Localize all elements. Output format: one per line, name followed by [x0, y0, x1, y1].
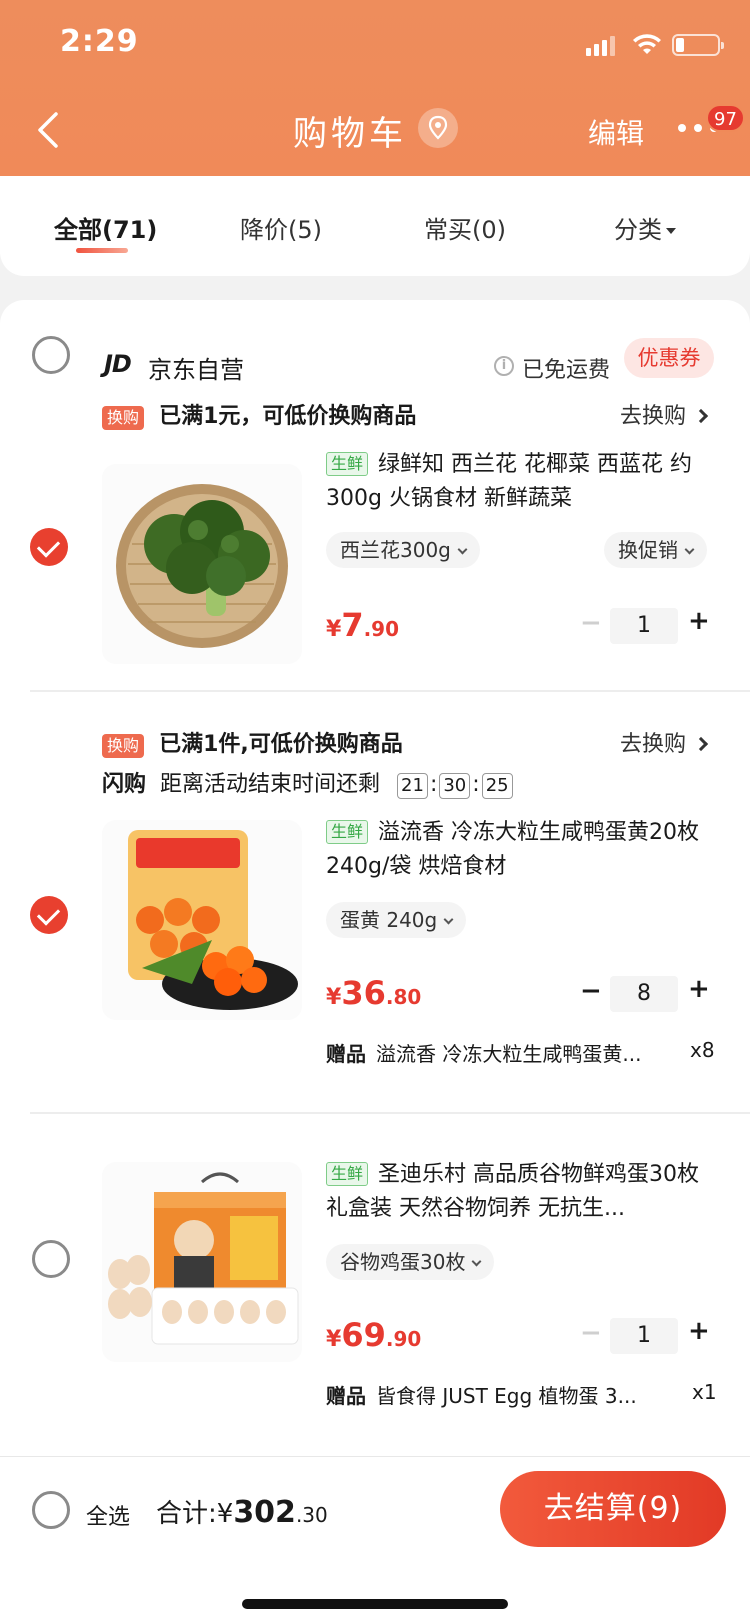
- chevron-right-icon: [693, 736, 709, 752]
- promo-selector[interactable]: 换促销: [604, 532, 707, 568]
- store-name[interactable]: 京东自营: [148, 350, 244, 385]
- signal-icon: [586, 36, 615, 56]
- fresh-tag: 生鲜: [326, 1162, 369, 1186]
- coupon-button[interactable]: 优惠券: [624, 338, 714, 378]
- chevron-down-icon: [472, 1256, 482, 1267]
- item-checkbox[interactable]: [30, 528, 68, 566]
- gift-count: x1: [692, 1380, 717, 1404]
- swap-tag: 换购: [102, 406, 145, 430]
- total-price: 合计:¥302.30: [156, 1495, 328, 1530]
- spec-selector[interactable]: 西兰花300g: [326, 532, 480, 568]
- cart-store-card: JD 京东自营 i 已免运费 优惠券 换购 已满1元，可低价换购商品 去换购 生…: [0, 300, 750, 1460]
- store-checkbox[interactable]: [32, 336, 70, 374]
- quantity-minus-button[interactable]: −: [580, 608, 602, 638]
- item-price: ¥69.90: [326, 1316, 422, 1354]
- divider: [30, 1112, 750, 1114]
- home-indicator: [242, 1599, 508, 1609]
- message-badge: 97: [706, 104, 745, 132]
- swap-tag: 换购: [102, 734, 145, 758]
- status-time: 2:29: [60, 24, 139, 59]
- goto-swap-button[interactable]: 去换购: [620, 726, 709, 758]
- goto-swap-button[interactable]: 去换购: [620, 398, 709, 430]
- gift-text: 溢流香 冷冻大粒生咸鸭蛋黄...: [376, 1042, 642, 1066]
- spec-selector[interactable]: 蛋黄 240g: [326, 902, 467, 938]
- product-image-broccoli[interactable]: [102, 464, 302, 664]
- promo-text: 已满1元，可低价换购商品: [159, 404, 417, 429]
- item-price: ¥36.80: [326, 974, 422, 1012]
- quantity-minus-button[interactable]: −: [580, 1318, 602, 1348]
- flash-sale-label: 闪购: [102, 772, 147, 797]
- location-icon[interactable]: [418, 108, 458, 148]
- spec-selector[interactable]: 谷物鸡蛋30枚: [326, 1244, 495, 1280]
- jd-logo: JD: [104, 350, 132, 378]
- tab-frequent[interactable]: 常买(0): [424, 210, 506, 245]
- fresh-tag: 生鲜: [326, 820, 369, 844]
- divider: [30, 690, 750, 692]
- chevron-down-icon: [457, 544, 468, 555]
- gift-text: 皆食得 JUST Egg 植物蛋 3...: [376, 1384, 637, 1408]
- promo-text: 已满1件,可低价换购商品: [159, 732, 403, 757]
- status-bar: 2:29: [0, 0, 750, 88]
- shipping-status: 已免运费: [522, 358, 611, 383]
- gift-row[interactable]: 赠品 溢流香 冷冻大粒生咸鸭蛋黄...: [326, 1038, 641, 1067]
- tab-category[interactable]: 分类: [614, 210, 676, 245]
- quantity-input[interactable]: 1: [610, 1318, 678, 1354]
- checkout-button[interactable]: 去结算(9): [500, 1471, 726, 1547]
- product-title[interactable]: 生鲜 圣迪乐村 高品质谷物鲜鸡蛋30枚礼盒装 天然谷物饲养 无抗生...: [326, 1158, 716, 1226]
- caret-down-icon: [666, 228, 676, 234]
- tab-all[interactable]: 全部(71): [54, 210, 157, 253]
- item-checkbox[interactable]: [30, 896, 68, 934]
- filter-tabs: 全部(71) 降价(5) 常买(0) 分类: [0, 176, 750, 276]
- chevron-down-icon: [443, 914, 454, 925]
- info-icon[interactable]: i: [494, 356, 514, 376]
- product-image-eggs[interactable]: [102, 1162, 302, 1362]
- select-all-label[interactable]: 全选: [86, 1499, 130, 1531]
- wifi-icon: [633, 34, 661, 54]
- quantity-plus-button[interactable]: +: [688, 606, 710, 636]
- checkout-bar: 全选 合计:¥302.30 去结算(9): [0, 1456, 750, 1624]
- item-checkbox[interactable]: [32, 1240, 70, 1278]
- flash-sale-text: 距离活动结束时间还剩: [160, 772, 381, 797]
- header: 2:29 购物车 编辑 97: [0, 0, 750, 176]
- chevron-right-icon: [693, 408, 709, 424]
- chevron-down-icon: [684, 544, 695, 555]
- product-image-egg-yolk[interactable]: [102, 820, 302, 1020]
- flash-sale-row: 闪购 距离活动结束时间还剩 21:30:25: [102, 766, 515, 799]
- quantity-plus-button[interactable]: +: [688, 1316, 710, 1346]
- product-title[interactable]: 生鲜 溢流香 冷冻大粒生咸鸭蛋黄20枚 240g/袋 烘焙食材: [326, 816, 716, 884]
- tab-underline: [76, 248, 128, 253]
- product-title[interactable]: 生鲜 绿鲜知 西兰花 花椰菜 西蓝花 约300g 火锅食材 新鲜蔬菜: [326, 448, 716, 516]
- quantity-plus-button[interactable]: +: [688, 974, 710, 1004]
- edit-button[interactable]: 编辑: [588, 112, 644, 152]
- gift-label: 赠品: [326, 1384, 366, 1408]
- gift-row[interactable]: 赠品 皆食得 JUST Egg 植物蛋 3...: [326, 1380, 637, 1409]
- quantity-input[interactable]: 1: [610, 608, 678, 644]
- countdown-timer: 21:30:25: [395, 772, 515, 799]
- battery-icon: [672, 34, 724, 56]
- gift-count: x8: [690, 1038, 715, 1062]
- item-price: ¥7.90: [326, 606, 400, 644]
- select-all-checkbox[interactable]: [32, 1491, 70, 1529]
- nav-bar: 购物车 编辑 97: [0, 88, 750, 176]
- quantity-input[interactable]: 8: [610, 976, 678, 1012]
- fresh-tag: 生鲜: [326, 452, 369, 476]
- quantity-minus-button[interactable]: −: [580, 976, 602, 1006]
- gift-label: 赠品: [326, 1042, 366, 1066]
- promo-row: 换购 已满1元，可低价换购商品: [102, 398, 416, 430]
- promo-row: 换购 已满1件,可低价换购商品: [102, 726, 403, 758]
- tab-price-drop[interactable]: 降价(5): [240, 210, 322, 245]
